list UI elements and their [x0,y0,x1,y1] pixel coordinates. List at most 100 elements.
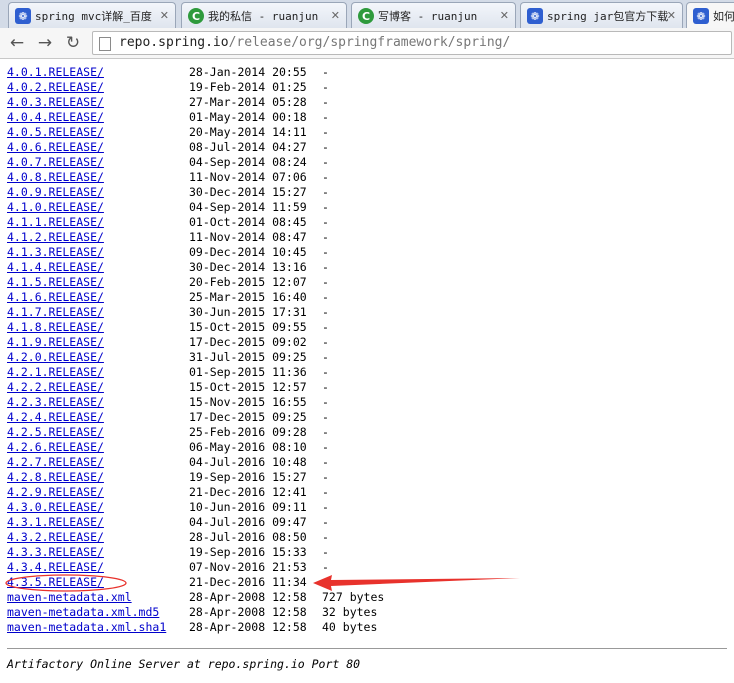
listing-size: - [322,155,329,169]
listing-size: - [322,530,329,544]
listing-size: - [322,305,329,319]
address-bar[interactable]: repo.spring.io/release/org/springframewo… [92,31,732,55]
listing-link[interactable]: 4.0.3.RELEASE/ [7,95,104,110]
listing-link[interactable]: 4.1.1.RELEASE/ [7,215,104,230]
listing-date: 04-Jul-2016 10:48 [189,455,307,469]
listing-link[interactable]: 4.3.1.RELEASE/ [7,515,104,530]
browser-toolbar: ← → ↻ repo.spring.io/release/org/springf… [0,28,734,59]
listing-link[interactable]: 4.2.6.RELEASE/ [7,440,104,455]
tab-close-icon[interactable]: ✕ [500,9,509,22]
listing-link[interactable]: 4.1.7.RELEASE/ [7,305,104,320]
listing-link[interactable]: 4.1.3.RELEASE/ [7,245,104,260]
browser-tab[interactable]: ❁ spring mvc详解_百度 ✕ [8,2,176,28]
listing-link[interactable]: maven-metadata.xml.sha1 [7,620,166,635]
listing-link[interactable]: 4.0.1.RELEASE/ [7,65,104,80]
tab-close-icon[interactable]: ✕ [331,9,340,22]
listing-link[interactable]: 4.3.3.RELEASE/ [7,545,104,560]
listing-link[interactable]: 4.0.4.RELEASE/ [7,110,104,125]
listing-link[interactable]: 4.0.7.RELEASE/ [7,155,104,170]
listing-size: - [322,365,329,379]
listing-size: - [322,125,329,139]
listing-link[interactable]: 4.0.5.RELEASE/ [7,125,104,140]
listing-link[interactable]: 4.2.8.RELEASE/ [7,470,104,485]
tab-close-icon[interactable]: ✕ [667,9,676,22]
listing-link[interactable]: 4.2.0.RELEASE/ [7,350,104,365]
listing-date: 28-Jul-2016 08:50 [189,530,307,544]
listing-date: 28-Apr-2008 12:58 [189,605,307,619]
listing-link[interactable]: 4.3.5.RELEASE/ [7,575,104,590]
listing-link[interactable]: 4.0.9.RELEASE/ [7,185,104,200]
listing-link[interactable]: 4.2.2.RELEASE/ [7,380,104,395]
listing-link[interactable]: 4.2.1.RELEASE/ [7,365,104,380]
listing-link[interactable]: 4.3.0.RELEASE/ [7,500,104,515]
listing-date: 06-May-2016 08:10 [189,440,307,454]
csdn-icon: C [358,8,374,24]
listing-link[interactable]: 4.2.4.RELEASE/ [7,410,104,425]
browser-tab[interactable]: C 我的私信 - ruanjun ✕ [181,2,347,28]
listing-size: - [322,245,329,259]
tab-title: 写博客 - ruanjun [378,9,478,23]
listing-link[interactable]: 4.1.4.RELEASE/ [7,260,104,275]
listing-date: 19-Sep-2016 15:33 [189,545,307,559]
listing-link[interactable]: maven-metadata.xml [7,590,132,605]
listing-date: 20-May-2014 14:11 [189,125,307,139]
listing-link[interactable]: 4.3.4.RELEASE/ [7,560,104,575]
tab-title: 我的私信 - ruanjun [208,9,319,23]
listing-size: - [322,140,329,154]
listing-link[interactable]: 4.3.2.RELEASE/ [7,530,104,545]
listing-date: 15-Nov-2015 16:55 [189,395,307,409]
tab-close-icon[interactable]: ✕ [160,9,169,22]
listing-link[interactable]: 4.0.8.RELEASE/ [7,170,104,185]
listing-link[interactable]: 4.2.5.RELEASE/ [7,425,104,440]
reload-icon[interactable]: ↻ [62,32,84,54]
listing-size: - [322,215,329,229]
listing-date: 19-Feb-2014 01:25 [189,80,307,94]
browser-tab[interactable]: C 写博客 - ruanjun ✕ [351,2,516,28]
listing-date: 17-Dec-2015 09:02 [189,335,307,349]
listing-date: 30-Dec-2014 15:27 [189,185,307,199]
address-url[interactable]: repo.spring.io/release/org/springframewo… [119,35,510,50]
url-host: repo.spring.io [119,35,229,50]
listing-link[interactable]: 4.1.2.RELEASE/ [7,230,104,245]
listing-link[interactable]: 4.1.5.RELEASE/ [7,275,104,290]
tab-strip: ❁ spring mvc详解_百度 ✕ C 我的私信 - ruanjun ✕ C 写博客 - … [0,0,734,29]
listing-size: - [322,410,329,424]
listing-size: - [322,230,329,244]
tab-title: spring jar包官方下载 [547,9,669,23]
browser-tab[interactable]: ❁ 如何 [686,2,734,28]
listing-link[interactable]: 4.2.3.RELEASE/ [7,395,104,410]
listing-link[interactable]: 4.1.9.RELEASE/ [7,335,104,350]
listing-date: 07-Nov-2016 21:53 [189,560,307,574]
listing-date: 01-Sep-2015 11:36 [189,365,307,379]
listing-size: - [322,260,329,274]
listing-size: - [322,425,329,439]
listing-link[interactable]: 4.0.6.RELEASE/ [7,140,104,155]
listing-size: - [322,380,329,394]
listing-link[interactable]: 4.2.9.RELEASE/ [7,485,104,500]
listing-link[interactable]: 4.1.8.RELEASE/ [7,320,104,335]
listing-date: 20-Feb-2015 12:07 [189,275,307,289]
listing-size: - [322,200,329,214]
listing-date: 28-Jan-2014 20:55 [189,65,307,79]
paw-icon: ❁ [15,8,31,24]
listing-date: 04-Jul-2016 09:47 [189,515,307,529]
listing-size: 40 bytes [322,620,378,634]
listing-date: 30-Dec-2014 13:16 [189,260,307,274]
tab-title: spring mvc详解_百度 [35,9,152,23]
listing-size: - [322,455,329,469]
listing-link[interactable]: 4.1.6.RELEASE/ [7,290,104,305]
listing-size: - [322,350,329,364]
browser-tab[interactable]: ❁ spring jar包官方下载 ✕ [520,2,683,28]
listing-size: - [322,80,329,94]
listing-link[interactable]: maven-metadata.xml.md5 [7,605,159,620]
listing-size: - [322,575,329,589]
back-arrow-icon[interactable]: ← [6,32,28,54]
listing-link[interactable]: 4.2.7.RELEASE/ [7,455,104,470]
listing-link[interactable]: 4.0.2.RELEASE/ [7,80,104,95]
forward-arrow-icon[interactable]: → [34,32,56,54]
listing-date: 04-Sep-2014 11:59 [189,200,307,214]
listing-date: 01-May-2014 00:18 [189,110,307,124]
listing-date: 21-Dec-2016 12:41 [189,485,307,499]
listing-link[interactable]: 4.1.0.RELEASE/ [7,200,104,215]
listing-date: 09-Dec-2014 10:45 [189,245,307,259]
